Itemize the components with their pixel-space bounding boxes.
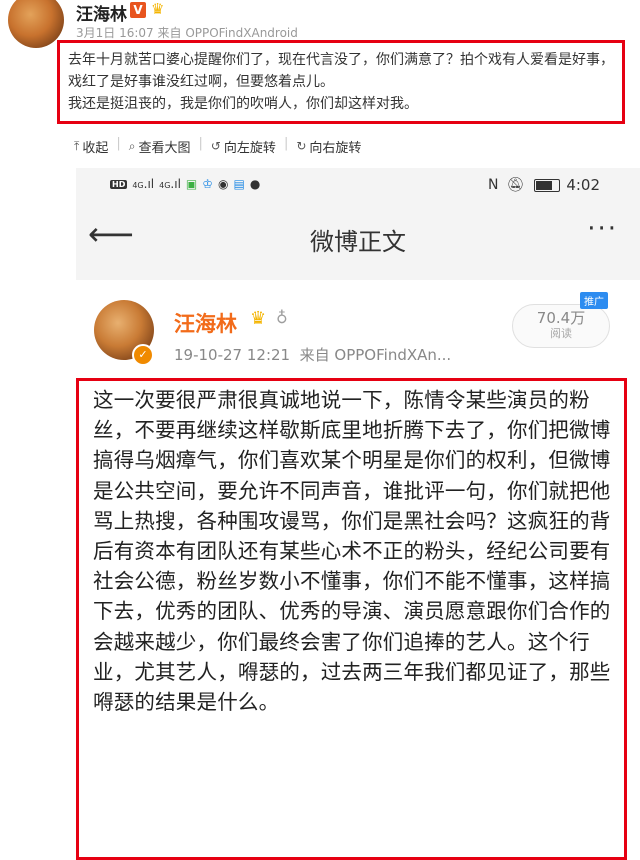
highlighted-post-text: 去年十月就苦口婆心提醒你们了，现在代言没了，你们满意了？拍个戏有人爱看是好事，戏… (57, 40, 625, 124)
signal-icon: 4G.ıl (159, 177, 181, 191)
more-options-icon[interactable]: ··· (587, 214, 618, 244)
signal-icon: 4G.ıl (132, 177, 155, 191)
rotate-left-button[interactable]: ↺ 向左旋转 (211, 136, 276, 156)
promo-tag[interactable]: 推广 (580, 292, 608, 309)
mute-icon: 🔕︎ (506, 177, 525, 193)
post-meta: 3月1日 16:07 来自 OPPOFindXAndroid (76, 24, 298, 41)
embedded-screenshot[interactable]: HD 4G.ıl 4G.ıl ▣ ♔ ◉ ▤ ● N 🔕︎ 4:02 ⟵ 微博正… (76, 168, 640, 860)
message-icon: ● (249, 177, 261, 191)
battery-icon (534, 178, 561, 192)
divider: | (116, 136, 121, 151)
rotate-right-icon: ↻ (296, 139, 307, 153)
collapse-label: 收起 (82, 140, 109, 156)
nfc-icon: N (488, 177, 499, 193)
post-card: ✓ 汪海林 ♛ ♁ 19-10-27 12:21 来自 OPPOFindXAn.… (76, 280, 640, 860)
wechat-icon: ▣ (185, 177, 198, 191)
author-avatar[interactable] (8, 0, 64, 48)
compass-icon: ◉ (218, 177, 229, 191)
hd-icon: HD (110, 179, 128, 189)
divider: | (198, 136, 203, 151)
app-icon: ♔ (202, 177, 214, 191)
author-name[interactable]: 汪海林 (76, 0, 127, 25)
read-count-badge: 70.4万 阅读 (512, 304, 610, 348)
post-text-line: 去年十月就苦口婆心提醒你们了，现在代言没了，你们满意了？拍个戏有人爱看是好事，戏… (68, 52, 614, 90)
status-bar: HD 4G.ıl 4G.ıl ▣ ♔ ◉ ▤ ● N 🔕︎ 4:02 (76, 168, 640, 204)
status-icons-left: HD 4G.ıl 4G.ıl ▣ ♔ ◉ ▤ ● (110, 177, 265, 191)
post-time: 19-10-27 12:21 (174, 346, 291, 364)
collapse-icon: ⤒ (74, 138, 80, 153)
search-icon: ⌕ (128, 138, 136, 153)
outer-post: 汪海林 V ♛ 3月1日 16:07 来自 OPPOFindXAndroid 去… (0, 0, 640, 170)
rotate-right-button[interactable]: ↻ 向右旋转 (296, 136, 361, 156)
highlighted-post-body: 这一次要很严肃很真诚地说一下，陈情令某些演员的粉丝，不要再继续这样歇斯底里地折腾… (76, 378, 627, 860)
verified-badge-icon: ✓ (132, 344, 154, 366)
view-large-label: 查看大图 (138, 140, 191, 156)
post-time: 3月1日 16:07 (76, 26, 154, 40)
crown-icon: ♛ (151, 0, 165, 18)
crown-icon: ♛ (250, 308, 267, 329)
divider: | (283, 136, 289, 151)
signal-label: 4G (132, 181, 144, 190)
read-label: 阅读 (550, 327, 572, 340)
rotate-right-label: 向右旋转 (309, 140, 362, 156)
medal-icon: ♁ (276, 308, 288, 327)
post-meta: 19-10-27 12:21 来自 OPPOFindXAn... (174, 344, 451, 365)
nav-bar: ⟵ 微博正文 ··· (76, 204, 640, 270)
image-toolbar: ⤒ 收起 | ⌕ 查看大图 | ↺ 向左旋转 | ↻ 向右旋转 (74, 136, 361, 156)
post-source: 来自 OPPOFindXAndroid (157, 26, 298, 40)
rotate-left-label: 向左旋转 (223, 140, 276, 156)
view-large-button[interactable]: ⌕ 查看大图 (129, 136, 191, 156)
rotate-left-icon: ↺ (210, 139, 221, 153)
status-time: 4:02 (566, 176, 600, 194)
translate-icon: ▤ (233, 177, 245, 191)
verified-badge-icon: V (130, 2, 146, 18)
read-count: 70.4万 (536, 309, 586, 327)
post-source: 来自 OPPOFindXAn... (299, 346, 452, 364)
signal-label: 4G (159, 181, 171, 190)
collapse-button[interactable]: ⤒ 收起 (74, 136, 108, 156)
author-name[interactable]: 汪海林 (174, 308, 237, 338)
post-text-line: 我还是挺沮丧的，我是你们的吹哨人，你们却这样对我。 (68, 96, 418, 112)
status-icons-right: N 🔕︎ 4:02 (488, 176, 600, 194)
page-title: 微博正文 (310, 228, 406, 256)
